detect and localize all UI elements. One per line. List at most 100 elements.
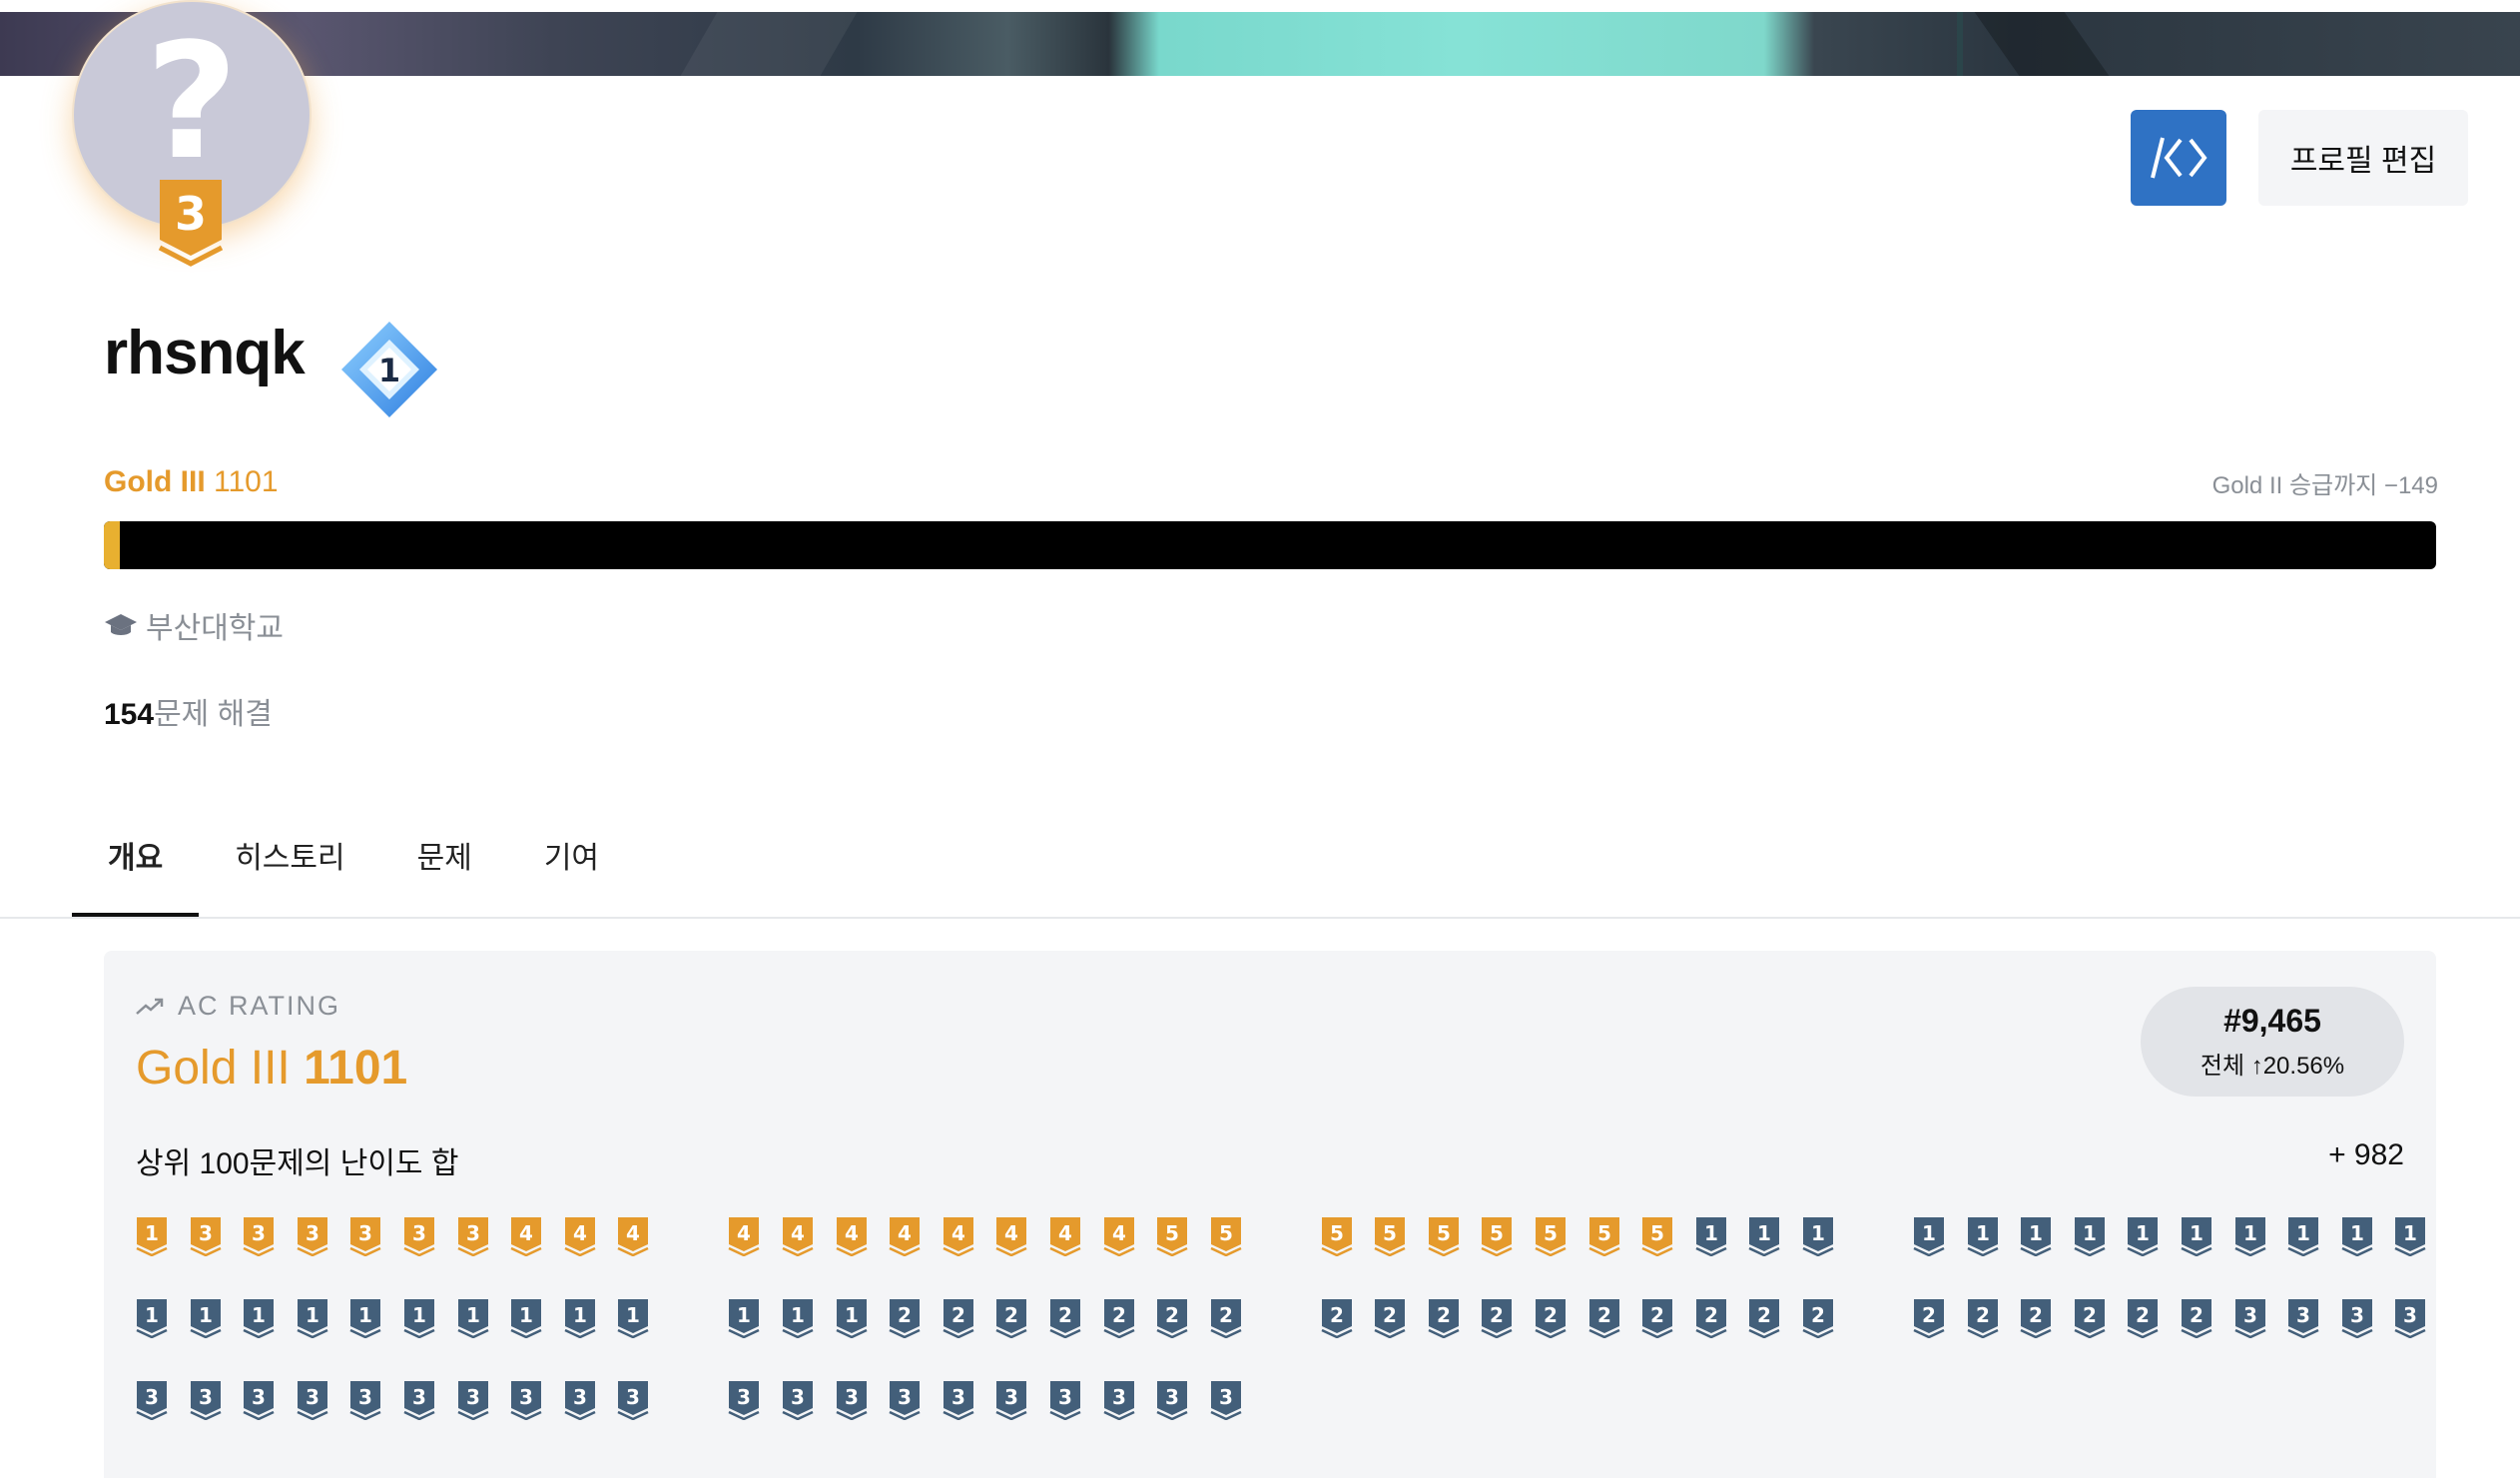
problem-tier-badge-icon[interactable]: 3 [2287,1298,2319,1338]
problem-tier-badge-icon[interactable]: 4 [995,1216,1027,1256]
problem-tier-badge-icon[interactable]: 2 [2074,1298,2106,1338]
problem-tier-badge-icon[interactable]: 1 [728,1298,760,1338]
problem-tier-badge-icon[interactable]: 4 [1102,1216,1135,1256]
problem-tier-badge-icon[interactable]: 1 [2074,1216,2106,1256]
tab-overview[interactable]: 개요 [72,819,200,917]
problem-tier-badge-icon[interactable]: 3 [510,1380,542,1420]
code-button[interactable] [2131,110,2226,206]
problem-tier-badge-icon[interactable]: 1 [1695,1216,1727,1256]
problem-tier-badge-icon[interactable]: 1 [136,1298,168,1338]
problem-tier-badge-icon[interactable]: 2 [943,1298,974,1338]
problem-tier-badge-icon[interactable]: 3 [243,1380,275,1420]
avatar[interactable]: ? 3 [72,0,312,267]
problem-tier-badge-icon[interactable]: 1 [2234,1216,2266,1256]
problem-tier-badge-icon[interactable]: 3 [1049,1380,1081,1420]
problem-tier-badge-icon[interactable]: 1 [2181,1216,2212,1256]
problem-tier-badge-icon[interactable]: 1 [2127,1216,2159,1256]
problem-tier-badge-icon[interactable]: 2 [2127,1298,2159,1338]
problem-tier-badge-icon[interactable]: 5 [1374,1216,1406,1256]
problem-tier-badge-icon[interactable]: 3 [457,1380,489,1420]
problem-tier-badge-icon[interactable]: 2 [1102,1298,1135,1338]
problem-tier-badge-icon[interactable]: 5 [1481,1216,1513,1256]
problem-tier-badge-icon[interactable]: 2 [2181,1298,2212,1338]
problem-tier-badge-icon[interactable]: 4 [728,1216,760,1256]
problem-tier-badge-icon[interactable]: 4 [943,1216,974,1256]
problem-tier-badge-icon[interactable]: 3 [297,1380,328,1420]
school-info[interactable]: 부산대학교 [104,603,284,647]
problem-tier-badge-icon[interactable]: 2 [1967,1298,1999,1338]
problem-tier-badge-icon[interactable]: 1 [403,1298,435,1338]
problem-tier-badge-icon[interactable]: 2 [1210,1298,1242,1338]
class-diamond-icon[interactable]: 1 [337,318,441,421]
problem-tier-badge-icon[interactable]: 4 [889,1216,921,1256]
problem-tier-badge-icon[interactable]: 2 [1156,1298,1188,1338]
problem-tier-badge-icon[interactable]: 1 [457,1298,489,1338]
problem-tier-badge-icon[interactable]: 1 [1913,1216,1945,1256]
problem-tier-badge-icon[interactable]: 1 [136,1216,168,1256]
problem-tier-badge-icon[interactable]: 3 [190,1216,222,1256]
problem-tier-badge-icon[interactable]: 4 [782,1216,814,1256]
problem-tier-badge-icon[interactable]: 2 [889,1298,921,1338]
problem-tier-badge-icon[interactable]: 1 [617,1298,649,1338]
problem-tier-badge-icon[interactable]: 3 [1210,1380,1242,1420]
problem-tier-badge-icon[interactable]: 1 [2020,1216,2052,1256]
problem-tier-badge-icon[interactable]: 3 [889,1380,921,1420]
problem-tier-badge-icon[interactable]: 5 [1641,1216,1673,1256]
problem-tier-badge-icon[interactable]: 5 [1210,1216,1242,1256]
problem-tier-badge-icon[interactable]: 2 [1481,1298,1513,1338]
problem-tier-badge-icon[interactable]: 3 [1102,1380,1135,1420]
problem-tier-badge-icon[interactable]: 2 [1535,1298,1567,1338]
tab-history[interactable]: 히스토리 [199,819,380,917]
problem-tier-badge-icon[interactable]: 2 [2020,1298,2052,1338]
problem-tier-badge-icon[interactable]: 3 [836,1380,868,1420]
problem-tier-badge-icon[interactable]: 4 [836,1216,868,1256]
problem-tier-badge-icon[interactable]: 3 [136,1380,168,1420]
problem-tier-badge-icon[interactable]: 1 [564,1298,596,1338]
rank-badge[interactable]: #9,465 전체 ↑20.56% [2141,987,2404,1097]
problem-tier-badge-icon[interactable]: 3 [728,1380,760,1420]
problem-tier-badge-icon[interactable]: 1 [2341,1216,2373,1256]
problem-tier-badge-icon[interactable]: 3 [995,1380,1027,1420]
tab-contributions[interactable]: 기여 [508,819,635,917]
problem-tier-badge-icon[interactable]: 2 [995,1298,1027,1338]
problem-tier-badge-icon[interactable]: 1 [510,1298,542,1338]
problem-tier-badge-icon[interactable]: 1 [782,1298,814,1338]
problem-tier-badge-icon[interactable]: 5 [1321,1216,1353,1256]
problem-tier-badge-icon[interactable]: 1 [2394,1216,2426,1256]
problem-tier-badge-icon[interactable]: 1 [297,1298,328,1338]
problem-tier-badge-icon[interactable]: 5 [1156,1216,1188,1256]
problem-tier-badge-icon[interactable]: 1 [836,1298,868,1338]
problem-tier-badge-icon[interactable]: 5 [1428,1216,1460,1256]
problem-tier-badge-icon[interactable]: 1 [190,1298,222,1338]
problem-tier-badge-icon[interactable]: 2 [1641,1298,1673,1338]
problem-tier-badge-icon[interactable]: 2 [1913,1298,1945,1338]
problem-tier-badge-icon[interactable]: 2 [1428,1298,1460,1338]
problem-tier-badge-icon[interactable]: 3 [297,1216,328,1256]
problem-tier-badge-icon[interactable]: 3 [782,1380,814,1420]
problem-tier-badge-icon[interactable]: 5 [1535,1216,1567,1256]
problem-tier-badge-icon[interactable]: 3 [1156,1380,1188,1420]
problem-tier-badge-icon[interactable]: 1 [349,1298,381,1338]
problem-tier-badge-icon[interactable]: 3 [349,1380,381,1420]
problem-tier-badge-icon[interactable]: 3 [457,1216,489,1256]
problem-tier-badge-icon[interactable]: 3 [943,1380,974,1420]
problem-tier-badge-icon[interactable]: 2 [1321,1298,1353,1338]
problem-tier-badge-icon[interactable]: 2 [1049,1298,1081,1338]
problem-tier-badge-icon[interactable]: 1 [1967,1216,1999,1256]
problem-tier-badge-icon[interactable]: 2 [1588,1298,1620,1338]
problem-tier-badge-icon[interactable]: 2 [1695,1298,1727,1338]
problem-tier-badge-icon[interactable]: 1 [2287,1216,2319,1256]
problem-tier-badge-icon[interactable]: 3 [564,1380,596,1420]
problem-tier-badge-icon[interactable]: 3 [403,1216,435,1256]
problem-tier-badge-icon[interactable]: 2 [1748,1298,1780,1338]
problem-tier-badge-icon[interactable]: 3 [2234,1298,2266,1338]
problem-tier-badge-icon[interactable]: 4 [1049,1216,1081,1256]
edit-profile-button[interactable]: 프로필 편집 [2258,110,2468,206]
problem-tier-badge-icon[interactable]: 3 [2341,1298,2373,1338]
problem-tier-badge-icon[interactable]: 3 [190,1380,222,1420]
problem-tier-badge-icon[interactable]: 3 [2394,1298,2426,1338]
problem-tier-badge-icon[interactable]: 2 [1802,1298,1834,1338]
problem-tier-badge-icon[interactable]: 3 [403,1380,435,1420]
problem-tier-badge-icon[interactable]: 1 [243,1298,275,1338]
problem-tier-badge-icon[interactable]: 1 [1748,1216,1780,1256]
